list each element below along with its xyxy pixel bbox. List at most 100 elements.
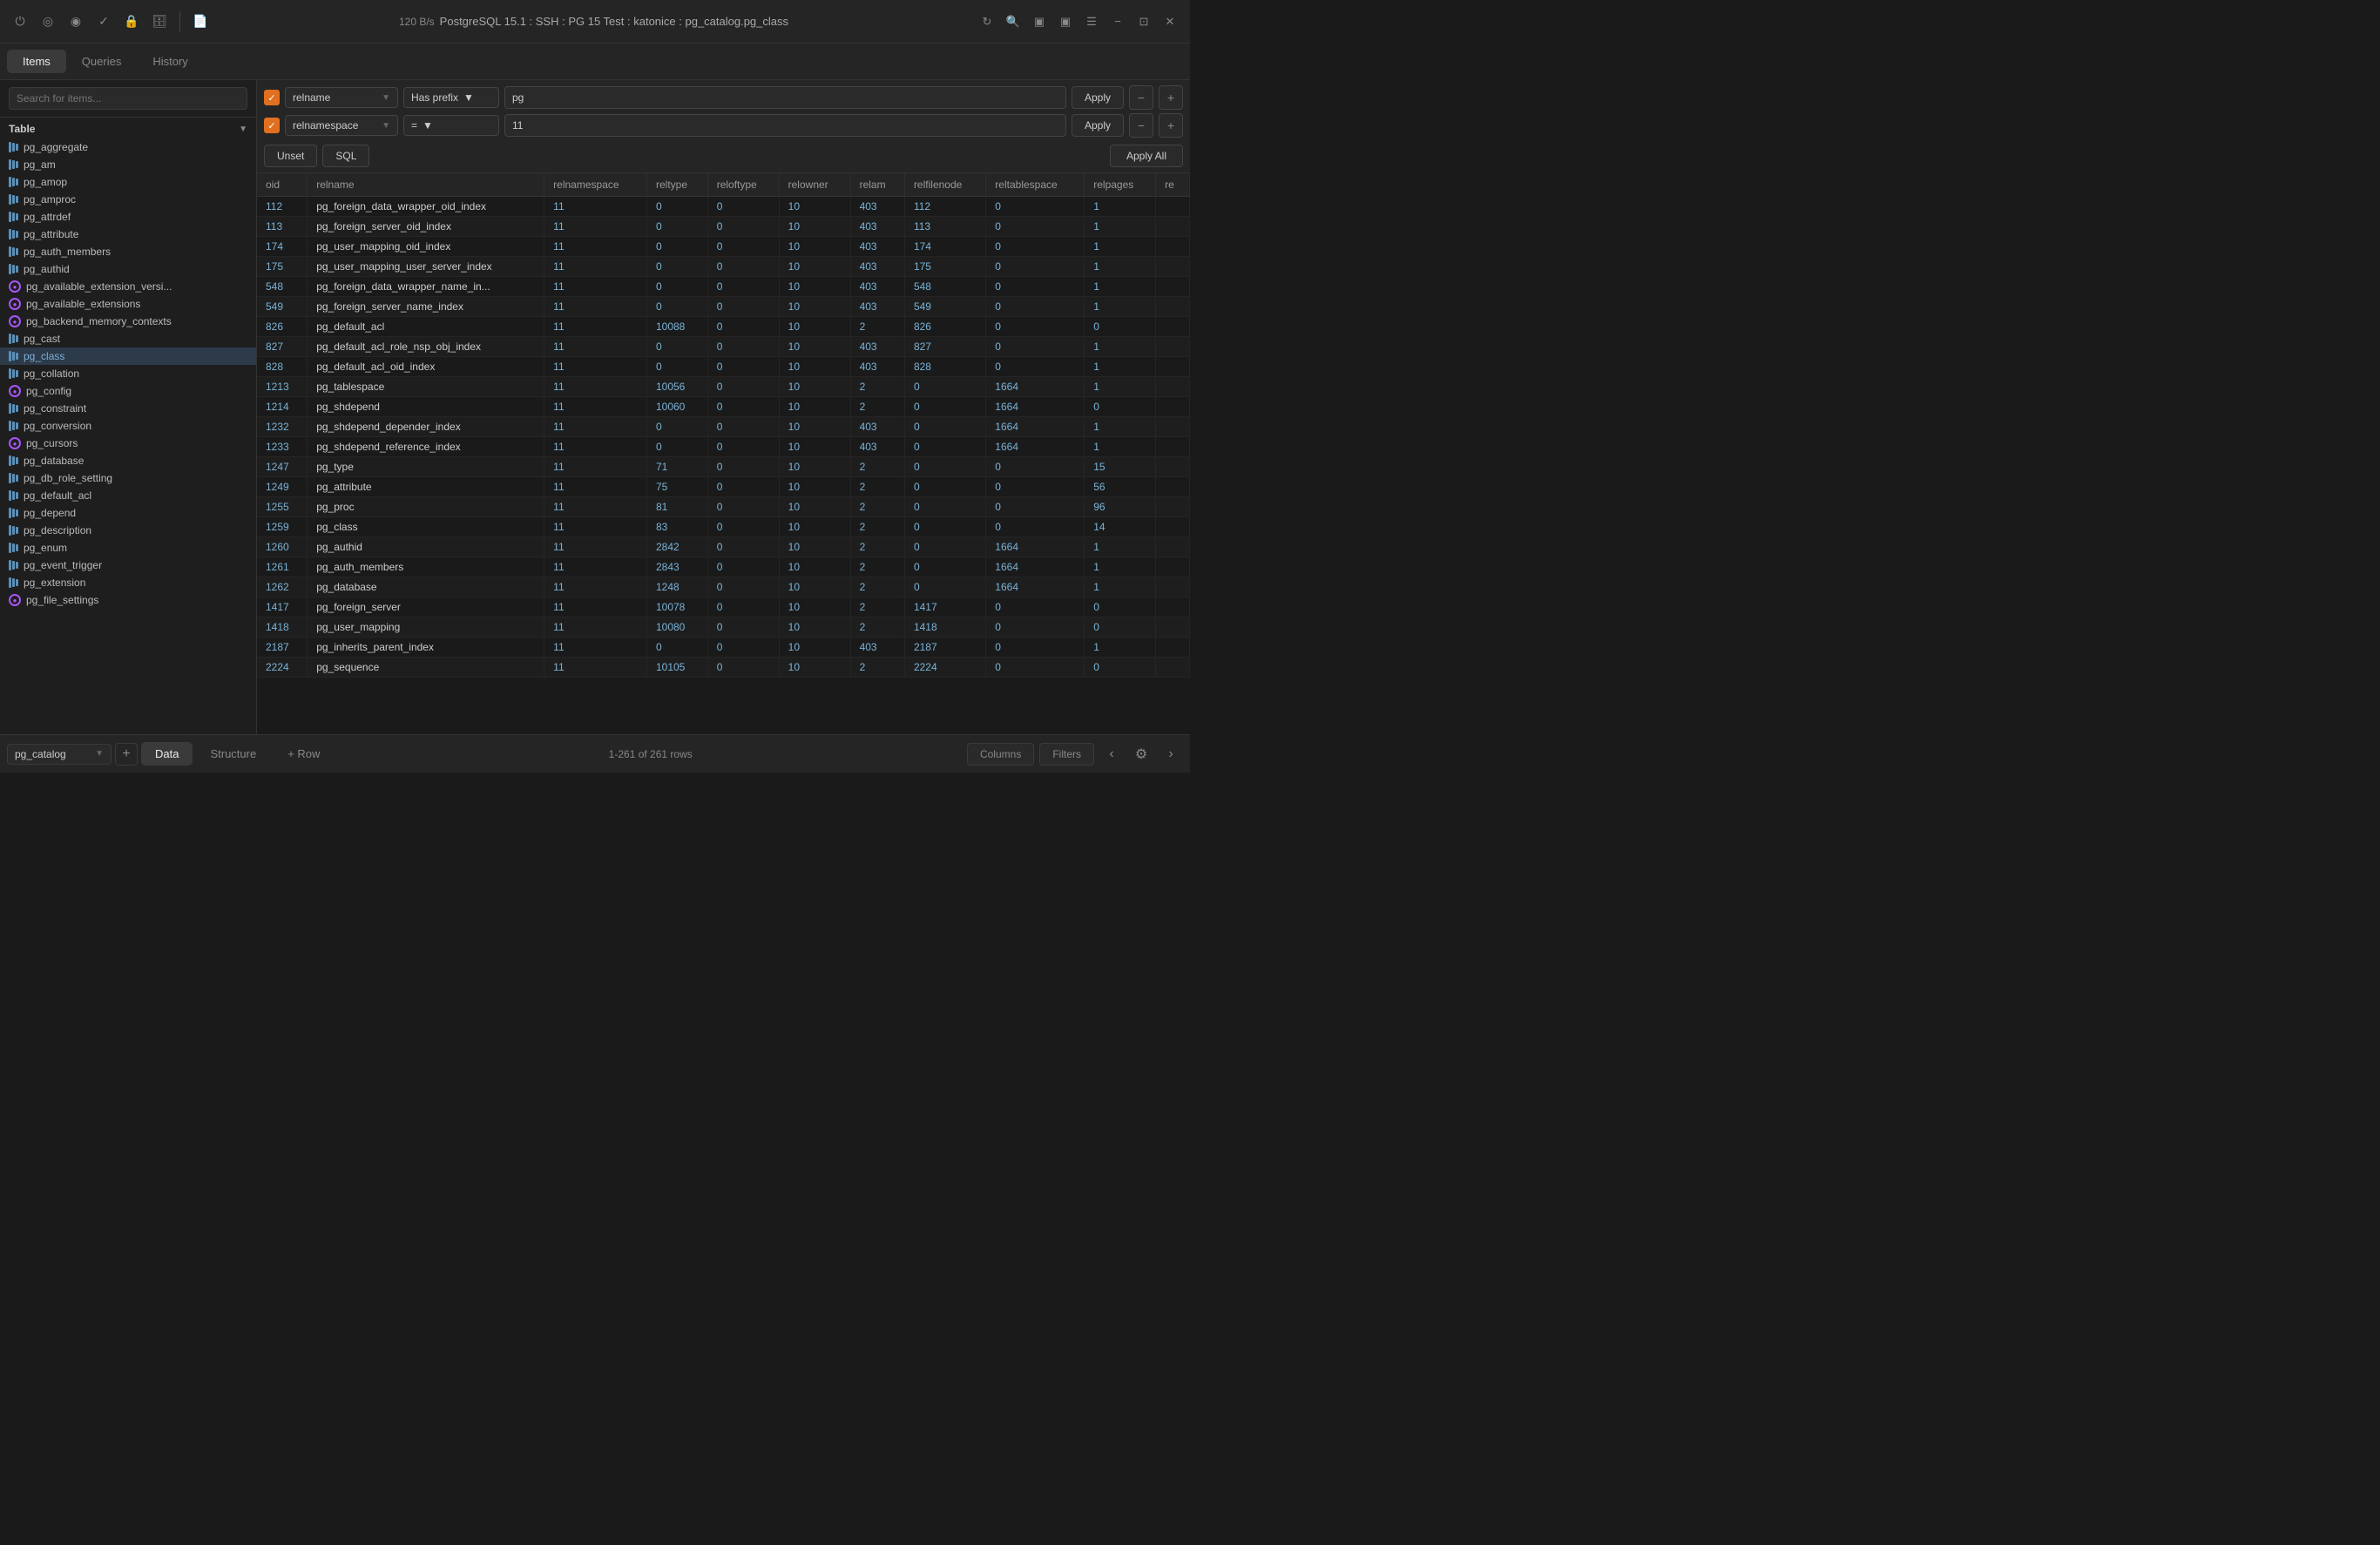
tab-structure[interactable]: Structure [196,742,270,766]
col-header-reltype[interactable]: reltype [646,173,707,197]
sidebar-item[interactable]: ●pg_config [0,382,256,400]
sidebar-item[interactable]: pg_attrdef [0,208,256,226]
filter2-plus-button[interactable]: + [1159,113,1183,138]
table-row[interactable]: 2187pg_inherits_parent_index110010403218… [257,638,1190,658]
columns-button[interactable]: Columns [967,743,1034,766]
filter1-minus-button[interactable]: − [1129,85,1153,110]
table-row[interactable]: 1233pg_shdepend_reference_index110010403… [257,437,1190,457]
chevron-right-icon[interactable]: › [1159,742,1183,766]
sidebar-item[interactable]: ●pg_available_extension_versi... [0,278,256,295]
sidebar-item[interactable]: pg_database [0,452,256,469]
sidebar-item[interactable]: pg_extension [0,574,256,591]
unset-button[interactable]: Unset [264,145,317,167]
col-header-extra[interactable]: re [1156,173,1190,197]
table-row[interactable]: 826pg_default_acl1110088010282600 [257,317,1190,337]
apply-all-button[interactable]: Apply All [1110,145,1183,167]
tab-items[interactable]: Items [7,50,66,73]
power-icon[interactable]: ⏻ [10,12,30,31]
table-row[interactable]: 1247pg_type117101020015 [257,457,1190,477]
col-header-relam[interactable]: relam [850,173,904,197]
table-row[interactable]: 175pg_user_mapping_user_server_index1100… [257,257,1190,277]
schema-select[interactable]: pg_catalog ▼ [7,744,112,765]
col-header-relnamespace[interactable]: relnamespace [544,173,647,197]
col-header-relpages[interactable]: relpages [1085,173,1156,197]
close-icon[interactable]: ✕ [1160,12,1180,31]
table-row[interactable]: 827pg_default_acl_role_nsp_obj_index1100… [257,337,1190,357]
chevron-left-icon[interactable]: ‹ [1099,742,1124,766]
table-row[interactable]: 1255pg_proc118101020096 [257,497,1190,517]
document-icon[interactable]: 📄 [191,12,210,31]
col-header-relfilenode[interactable]: relfilenode [904,173,985,197]
col-header-oid[interactable]: oid [257,173,308,197]
sidebar-item[interactable]: pg_amop [0,173,256,191]
filter1-apply-button[interactable]: Apply [1072,86,1124,109]
sidebar-item[interactable]: ●pg_cursors [0,435,256,452]
sidebar-item[interactable]: ●pg_backend_memory_contexts [0,313,256,330]
tab-history[interactable]: History [137,50,203,73]
table-row[interactable]: 549pg_foreign_server_name_index110010403… [257,297,1190,317]
table-row[interactable]: 548pg_foreign_data_wrapper_name_in...110… [257,277,1190,297]
search-input[interactable] [9,87,247,110]
menu-icon[interactable]: ☰ [1082,12,1101,31]
sidebar-item[interactable]: pg_constraint [0,400,256,417]
col-header-relowner[interactable]: relowner [779,173,850,197]
search-icon[interactable]: 🔍 [1004,12,1023,31]
sidebar-item[interactable]: pg_depend [0,504,256,522]
settings-icon[interactable]: ⚙ [1129,742,1153,766]
table-row[interactable]: 112pg_foreign_data_wrapper_oid_index1100… [257,197,1190,217]
sidebar-item[interactable]: pg_aggregate [0,138,256,156]
maximize-icon[interactable]: ⊡ [1134,12,1153,31]
table-row[interactable]: 1261pg_auth_members1128430102016641 [257,557,1190,577]
filter1-field-select[interactable]: relname ▼ [285,87,398,108]
sidebar-item[interactable]: pg_default_acl [0,487,256,504]
sidebar-item[interactable]: ●pg_file_settings [0,591,256,609]
sidebar-item[interactable]: pg_description [0,522,256,539]
sidebar-item[interactable]: pg_authid [0,260,256,278]
table-row[interactable]: 113pg_foreign_server_oid_index1100104031… [257,217,1190,237]
add-schema-button[interactable]: + [115,743,138,766]
sidebar-item[interactable]: pg_cast [0,330,256,347]
filter2-operator-select[interactable]: = ▼ [403,115,499,136]
tab-data[interactable]: Data [141,742,193,766]
filter1-checkbox[interactable]: ✓ [264,90,280,105]
table-row[interactable]: 1418pg_user_mapping11100800102141800 [257,617,1190,638]
table-row[interactable]: 2224pg_sequence11101050102222400 [257,658,1190,678]
sidebar-item[interactable]: pg_collation [0,365,256,382]
layout-left-icon[interactable]: ▣ [1030,12,1049,31]
table-row[interactable]: 1249pg_attribute117501020056 [257,477,1190,497]
table-row[interactable]: 1417pg_foreign_server11100780102141700 [257,597,1190,617]
filter2-value-input[interactable] [504,114,1066,137]
refresh-circle-icon[interactable]: ◎ [38,12,57,31]
table-row[interactable]: 1262pg_database1112480102016641 [257,577,1190,597]
sidebar-section-header[interactable]: Table ▼ [0,118,256,138]
filters-button[interactable]: Filters [1039,743,1094,766]
filter1-value-input[interactable] [504,86,1066,109]
filter2-apply-button[interactable]: Apply [1072,114,1124,137]
lock-icon[interactable]: 🔒 [122,12,141,31]
sidebar-item[interactable]: pg_enum [0,539,256,557]
sidebar-item[interactable]: pg_class [0,347,256,365]
sql-button[interactable]: SQL [322,145,369,167]
sidebar-item[interactable]: pg_event_trigger [0,557,256,574]
sidebar-item[interactable]: pg_conversion [0,417,256,435]
layout-right-icon[interactable]: ▣ [1056,12,1075,31]
sidebar-item[interactable]: pg_db_role_setting [0,469,256,487]
table-row[interactable]: 1213pg_tablespace11100560102016641 [257,377,1190,397]
tab-queries[interactable]: Queries [66,50,138,73]
tab-add-row[interactable]: + Row [274,742,334,766]
minimize-icon[interactable]: − [1108,12,1127,31]
table-row[interactable]: 1214pg_shdepend11100600102016640 [257,397,1190,417]
sidebar-item[interactable]: pg_attribute [0,226,256,243]
col-header-relname[interactable]: relname [308,173,544,197]
table-row[interactable]: 174pg_user_mapping_oid_index110010403174… [257,237,1190,257]
refresh-icon[interactable]: ↻ [977,12,997,31]
sidebar-item[interactable]: pg_am [0,156,256,173]
sidebar-item[interactable]: pg_amproc [0,191,256,208]
filter2-checkbox[interactable]: ✓ [264,118,280,133]
sidebar-item[interactable]: pg_auth_members [0,243,256,260]
db-icon[interactable]: 🗄 [150,12,169,31]
col-header-reltablespace[interactable]: reltablespace [986,173,1085,197]
sidebar-item[interactable]: ●pg_available_extensions [0,295,256,313]
table-row[interactable]: 1260pg_authid1128420102016641 [257,537,1190,557]
filter1-plus-button[interactable]: + [1159,85,1183,110]
